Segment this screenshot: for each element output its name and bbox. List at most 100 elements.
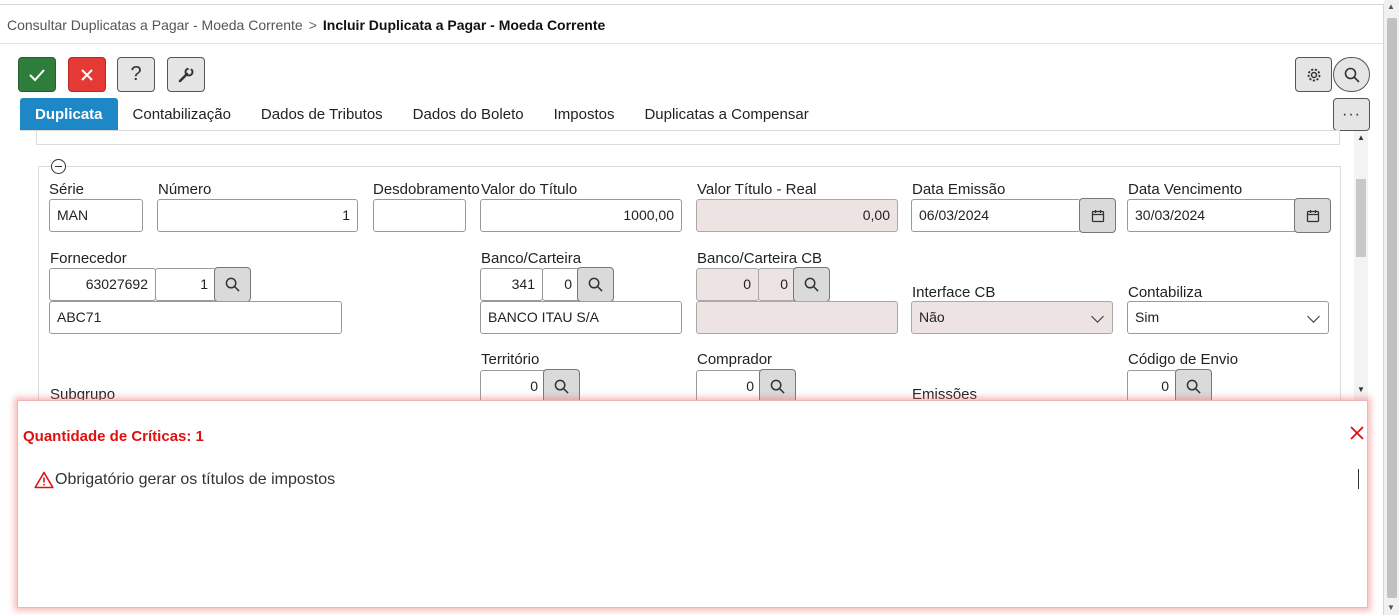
contabiliza-select[interactable]: Sim (1127, 301, 1329, 334)
serie-label: Série (49, 181, 85, 198)
desdobramento-input[interactable] (373, 199, 466, 232)
search-icon (554, 379, 569, 394)
tab-dados-boleto[interactable]: Dados do Boleto (398, 98, 539, 130)
territorio-input[interactable]: 0 (480, 370, 546, 403)
breadcrumb-separator: > (308, 17, 317, 33)
interface-cb-select: Não (911, 301, 1113, 334)
valor-titulo-label: Valor do Título (481, 181, 578, 198)
valor-real-label: Valor Título - Real (697, 181, 817, 198)
breadcrumb-current: Incluir Duplicata a Pagar - Moeda Corren… (322, 17, 606, 33)
criticas-title: Quantidade de Críticas: 1 (23, 428, 204, 445)
criticas-scrollbar[interactable] (1358, 469, 1359, 489)
tab-duplicata[interactable]: Duplicata (20, 98, 118, 130)
codigo-envio-search-button[interactable] (1175, 369, 1212, 404)
interface-cb-label: Interface CB (912, 284, 996, 301)
critica-item: Obrigatório gerar os títulos de impostos (34, 471, 335, 489)
form-scrollbar[interactable]: ▲ ▼ (1354, 131, 1368, 401)
wrench-icon (178, 65, 194, 82)
criticas-close-button[interactable] (1349, 425, 1365, 441)
valor-titulo-input[interactable]: 1000,00 (480, 199, 682, 232)
search-icon (1344, 67, 1360, 83)
banco-input[interactable]: 341 (480, 268, 543, 301)
data-vencimento-calendar-button[interactable] (1294, 198, 1331, 233)
calendar-icon (1306, 209, 1319, 222)
serie-input[interactable]: MAN (49, 199, 143, 232)
data-emissao-calendar-button[interactable] (1079, 198, 1116, 233)
banco-carteira-label: Banco/Carteira (481, 250, 582, 267)
help-icon: ? (130, 63, 142, 85)
search-icon (225, 277, 240, 292)
close-icon (1350, 426, 1364, 440)
fornecedor-nome-field[interactable]: ABC71 (49, 301, 342, 334)
help-button[interactable]: ? (117, 57, 155, 92)
chevron-down-icon (1091, 310, 1104, 323)
gear-icon (1307, 68, 1320, 81)
banco-cb-field: 0 (696, 268, 759, 301)
critica-item-text: Obrigatório gerar os títulos de impostos (55, 471, 336, 488)
banco-nome-field[interactable]: BANCO ITAU S/A (480, 301, 682, 334)
page-scrollbar-thumb[interactable] (1387, 18, 1397, 598)
tab-bar: Duplicata Contabilização Dados de Tribut… (20, 98, 824, 131)
valor-real-field: 0,00 (696, 199, 898, 232)
codigo-envio-input[interactable]: 0 (1127, 370, 1177, 403)
comprador-input[interactable]: 0 (696, 370, 762, 403)
banco-carteira-search-button[interactable] (577, 267, 614, 302)
tab-impostos[interactable]: Impostos (539, 98, 630, 130)
banco-carteira-cb-search-button[interactable] (793, 267, 830, 302)
search-icon (1186, 379, 1201, 394)
more-options-button[interactable]: ··· (1333, 98, 1370, 131)
scroll-down-icon[interactable]: ▼ (1387, 604, 1395, 612)
tab-duplicatas-compensar[interactable]: Duplicatas a Compensar (629, 98, 823, 130)
tools-button[interactable] (167, 57, 205, 92)
fornecedor-search-button[interactable] (214, 267, 251, 302)
fornecedor-codigo-input[interactable]: 63027692 (49, 268, 156, 301)
data-vencimento-input[interactable]: 30/03/2024 (1127, 199, 1297, 232)
search-icon (804, 277, 819, 292)
data-emissao-label: Data Emissão (912, 181, 1006, 198)
breadcrumb: Consultar Duplicatas a Pagar - Moeda Cor… (7, 17, 605, 33)
cancel-button[interactable] (68, 57, 106, 92)
desdobramento-label: Desdobramento (373, 181, 480, 198)
comprador-label: Comprador (697, 351, 773, 368)
scroll-up-icon[interactable]: ▲ (1387, 3, 1395, 11)
fornecedor-loja-input[interactable]: 1 (155, 268, 216, 301)
numero-input[interactable]: 1 (157, 199, 358, 232)
contabiliza-value: Sim (1135, 309, 1160, 325)
chevron-down-icon (1307, 310, 1320, 323)
carteira-cb-field: 0 (758, 268, 796, 301)
numero-label: Número (158, 181, 212, 198)
confirm-button[interactable] (18, 57, 56, 92)
close-icon (81, 68, 93, 81)
warning-icon (34, 471, 54, 489)
form-scroll-down-icon[interactable]: ▼ (1357, 385, 1365, 394)
banco-cb-nome-field (696, 301, 898, 334)
criticas-panel: Quantidade de Críticas: 1 Obrigatório ge… (17, 400, 1368, 608)
calendar-icon (1091, 209, 1104, 222)
interface-cb-value: Não (919, 309, 945, 325)
page-scrollbar[interactable]: ▲ ▼ (1384, 0, 1399, 615)
tab-divider (20, 130, 1340, 131)
data-emissao-input[interactable]: 06/03/2024 (911, 199, 1081, 232)
search-icon (770, 379, 785, 394)
breadcrumb-parent-link[interactable]: Consultar Duplicatas a Pagar - Moeda Cor… (7, 17, 303, 33)
comprador-search-button[interactable] (759, 369, 796, 404)
form-scrollbar-thumb[interactable] (1356, 179, 1366, 257)
codigo-envio-label: Código de Envio (1128, 351, 1239, 368)
search-icon (588, 277, 603, 292)
tab-dados-tributos[interactable]: Dados de Tributos (246, 98, 398, 130)
check-icon (29, 68, 45, 81)
search-button[interactable] (1333, 57, 1370, 92)
settings-button[interactable] (1295, 57, 1332, 92)
section-divider (36, 130, 1340, 145)
form-scroll-up-icon[interactable]: ▲ (1357, 133, 1365, 142)
banco-carteira-cb-label: Banco/Carteira CB (697, 250, 823, 267)
header-divider (0, 43, 1384, 44)
contabiliza-label: Contabiliza (1128, 284, 1203, 301)
fornecedor-label: Fornecedor (50, 250, 127, 267)
territorio-label: Território (481, 351, 540, 368)
carteira-input[interactable]: 0 (542, 268, 580, 301)
more-icon: ··· (1342, 105, 1361, 123)
tab-contabilizacao[interactable]: Contabilização (118, 98, 246, 130)
collapse-section-icon[interactable] (51, 159, 66, 174)
territorio-search-button[interactable] (543, 369, 580, 404)
